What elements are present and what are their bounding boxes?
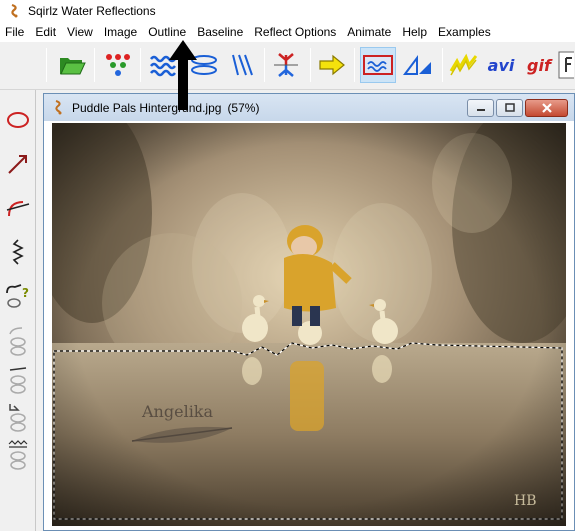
toolbar-separator <box>442 48 443 82</box>
lightning-button[interactable] <box>446 47 482 83</box>
save-gif-button[interactable]: gif <box>521 47 557 83</box>
apply-arrow-button[interactable] <box>314 47 350 83</box>
arc-tool-button[interactable] <box>3 192 33 224</box>
slot-4-icon <box>8 440 28 470</box>
menu-help[interactable]: Help <box>397 25 433 39</box>
slot-3-button[interactable] <box>3 400 33 432</box>
water-preview-icon <box>363 55 393 75</box>
document-logo-icon <box>55 99 62 114</box>
app-titlebar: Sqirlz Water Reflections <box>0 0 575 22</box>
document-zoom: (57%) <box>227 100 260 115</box>
menu-image[interactable]: Image <box>99 25 143 39</box>
avi-icon: avi <box>487 55 515 75</box>
menu-file[interactable]: File <box>0 25 30 39</box>
toolbar: avi gif <box>0 42 575 90</box>
flash-icon <box>558 51 574 79</box>
document-filename: Puddle Pals Hintergrund.jpg <box>72 100 222 115</box>
ellipse-tool-icon <box>7 112 29 128</box>
image-canvas[interactable]: Angelika HB <box>52 123 566 526</box>
lightning-icon <box>449 53 478 76</box>
reflect-tree-button[interactable] <box>268 47 304 83</box>
perspective-button[interactable] <box>400 47 436 83</box>
slot-2-button[interactable] <box>3 362 33 394</box>
right-arrow-icon <box>319 54 345 76</box>
menu-bar: File Edit View Image Outline Baseline Re… <box>0 22 575 42</box>
rain-lines-button[interactable] <box>224 47 260 83</box>
flash-button[interactable] <box>557 47 575 83</box>
slot-1-icon <box>9 327 26 356</box>
open-folder-button[interactable] <box>54 47 90 83</box>
menu-reflect-options[interactable]: Reflect Options <box>249 25 342 39</box>
signature-text: HB <box>514 493 537 509</box>
minimize-button[interactable] <box>467 99 494 117</box>
reflect-tree-icon <box>274 53 298 77</box>
colour-dots-icon <box>106 54 130 76</box>
maximize-icon <box>504 103 515 112</box>
app-logo-icon <box>11 3 18 18</box>
save-avi-button[interactable]: avi <box>483 47 519 83</box>
menu-examples[interactable]: Examples <box>433 25 497 39</box>
toolbar-separator <box>354 48 355 82</box>
left-toolbar: ? <box>0 90 36 531</box>
toolbar-separator <box>264 48 265 82</box>
toolbar-separator <box>46 48 47 82</box>
zigzag-tool-icon <box>12 239 24 265</box>
slot-1-button[interactable] <box>3 324 33 356</box>
line-arrow-tool-icon <box>8 155 27 174</box>
shape-help-icon: ? <box>6 284 29 308</box>
shape-help-button[interactable]: ? <box>3 280 33 312</box>
slot-2-icon <box>9 367 27 394</box>
toolbar-separator <box>310 48 311 82</box>
close-icon <box>541 103 552 113</box>
gif-icon: gif <box>527 55 551 75</box>
toolbar-separator <box>94 48 95 82</box>
ellipse-tool-button[interactable] <box>3 104 33 136</box>
annotation-arrow-icon <box>169 40 197 110</box>
slot-4-button[interactable] <box>3 438 33 470</box>
perspective-icon <box>403 55 431 75</box>
watermark-text: Angelika <box>141 402 214 421</box>
window-controls <box>467 99 568 117</box>
puddle-photo: Angelika HB <box>52 123 566 526</box>
document-window: Puddle Pals Hintergrund.jpg (57%) Angeli… <box>43 93 575 531</box>
menu-edit[interactable]: Edit <box>30 25 62 39</box>
colour-dots-button[interactable] <box>100 47 136 83</box>
rain-lines-icon <box>232 54 253 76</box>
menu-baseline[interactable]: Baseline <box>192 25 249 39</box>
menu-view[interactable]: View <box>62 25 99 39</box>
line-arrow-tool-button[interactable] <box>3 148 33 180</box>
water-preview-button[interactable] <box>360 47 396 83</box>
document-titlebar[interactable]: Puddle Pals Hintergrund.jpg (57%) <box>44 94 574 121</box>
menu-animate[interactable]: Animate <box>342 25 397 39</box>
slot-3-icon <box>9 404 26 432</box>
close-button[interactable] <box>525 99 568 117</box>
menu-outline[interactable]: Outline <box>143 25 192 39</box>
folder-open-icon <box>60 58 86 75</box>
zigzag-tool-button[interactable] <box>3 236 33 268</box>
minimize-icon <box>476 109 485 111</box>
toolbar-separator <box>140 48 141 82</box>
app-title: Sqirlz Water Reflections <box>28 4 156 18</box>
arc-tool-icon <box>6 201 30 217</box>
svg-text:?: ? <box>22 286 29 300</box>
maximize-button[interactable] <box>496 99 523 117</box>
